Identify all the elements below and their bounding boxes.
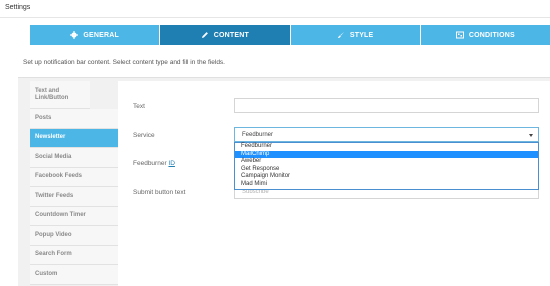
text-label: Text [133,103,145,110]
tab-general[interactable]: GENERAL [30,25,161,45]
chevron-down-icon [529,134,533,137]
sidebar-item-newsletter[interactable]: Newsletter [30,128,123,148]
text-input[interactable] [234,98,539,113]
brush-icon [337,31,345,39]
window-titlebar: Settings [0,0,550,18]
feedburner-label-text: Feedburner [133,160,167,167]
tab-style[interactable]: STYLE [290,25,421,45]
tab-general-label: GENERAL [83,31,119,39]
sidebar-item-social-media[interactable]: Social Media [30,148,118,168]
sidebar-item-custom[interactable]: Custom [30,265,118,285]
dropdown-option[interactable]: Mad Mimi [235,181,538,189]
service-select[interactable]: Feedburner [234,127,539,142]
service-select-value: Feedburner [242,131,274,138]
intro-bar: Set up notification bar content. Select … [18,45,550,78]
conditions-icon [455,31,464,39]
dropdown-option-selected[interactable]: MailChimp [235,150,538,159]
pencil-icon [201,31,209,39]
window-title: Settings [5,4,31,11]
tab-content-label: CONTENT [213,31,249,39]
sidebar-item-twitter-feeds[interactable]: Twitter Feeds [30,187,118,207]
sidebar-item-posts[interactable]: Posts [30,109,118,129]
intro-text: Set up notification bar content. Select … [23,59,225,66]
content-type-sidebar: Text and Link/Button Posts Newsletter So… [30,81,123,285]
tab-content[interactable]: CONTENT [160,25,291,45]
gear-icon [70,31,79,39]
dropdown-option[interactable]: Campaign Monitor [235,173,538,181]
newsletter-form: Text Service Feedburner Feedburner ID Su… [118,81,550,286]
sidebar-item-search-form[interactable]: Search Form [30,245,118,265]
settings-tabs: GENERAL CONTENT STYLE CONDITIONS [30,25,550,45]
sidebar-item-facebook-feeds[interactable]: Facebook Feeds [30,167,118,187]
service-label: Service [133,132,155,139]
feedburner-label: Feedburner ID [133,160,175,167]
service-dropdown-list: Feedburner MailChimp Aweber Get Response… [234,142,539,190]
tab-style-label: STYLE [349,31,374,39]
tab-conditions-label: CONDITIONS [468,31,515,39]
dropdown-option[interactable]: Feedburner [235,143,538,151]
settings-panel: Set up notification bar content. Select … [18,45,550,286]
sidebar-item-popup-video[interactable]: Popup Video [30,226,118,246]
dropdown-option[interactable]: Get Response [235,166,538,174]
tab-conditions[interactable]: CONDITIONS [420,25,550,45]
sidebar-item-text-link-button[interactable]: Text and Link/Button [30,81,90,109]
submit-button-text-label: Submit button text [133,189,186,196]
dropdown-option[interactable]: Aweber [235,158,538,166]
feedburner-id-link[interactable]: ID [168,160,175,167]
sidebar-item-countdown-timer[interactable]: Countdown Timer [30,206,118,226]
